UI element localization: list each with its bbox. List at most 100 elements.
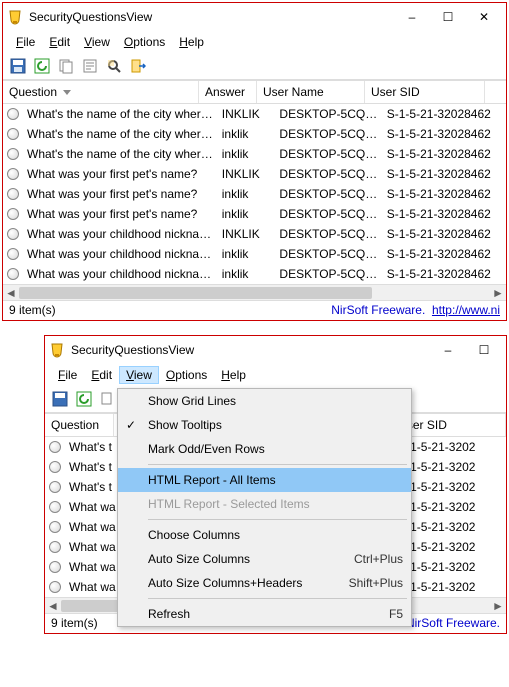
properties-icon[interactable] bbox=[81, 57, 99, 75]
app-window-menu-open: SecurityQuestionsView – ☐ File Edit View… bbox=[44, 335, 507, 634]
row-icon bbox=[49, 501, 61, 513]
refresh-icon[interactable] bbox=[33, 57, 51, 75]
cell-usersid: S-1-5-21-32028462 bbox=[383, 146, 502, 162]
cell-question: What was your childhood nickna… bbox=[23, 226, 218, 242]
minimize-button[interactable]: – bbox=[394, 4, 430, 30]
titlebar[interactable]: SecurityQuestionsView – ☐ bbox=[45, 336, 506, 364]
menu-options[interactable]: Options bbox=[159, 366, 214, 384]
menu-edit[interactable]: Edit bbox=[42, 33, 77, 51]
table-row[interactable]: What's the name of the city wher…inklikD… bbox=[3, 144, 506, 164]
table-row[interactable]: What was your first pet's name?inklikDES… bbox=[3, 184, 506, 204]
scroll-track[interactable] bbox=[19, 285, 490, 301]
menu-refresh[interactable]: RefreshF5 bbox=[118, 602, 411, 626]
menu-file[interactable]: File bbox=[51, 366, 84, 384]
status-brand: NirSoft Freeware. bbox=[406, 616, 500, 630]
titlebar[interactable]: SecurityQuestionsView – ☐ ✕ bbox=[3, 3, 506, 31]
row-icon bbox=[7, 108, 19, 120]
cell-answer: INKLIK bbox=[218, 106, 276, 122]
table-row[interactable]: What was your first pet's name?INKLIKDES… bbox=[3, 164, 506, 184]
menu-edit[interactable]: Edit bbox=[84, 366, 119, 384]
window-buttons: – ☐ bbox=[430, 337, 502, 363]
col-question[interactable]: Question bbox=[3, 81, 199, 103]
maximize-button[interactable]: ☐ bbox=[430, 4, 466, 30]
menu-separator bbox=[148, 464, 407, 465]
table-row[interactable]: What's the name of the city wher…INKLIKD… bbox=[3, 104, 506, 124]
save-icon[interactable] bbox=[9, 57, 27, 75]
cell-usersid: S-1-5-21-32028462 bbox=[383, 206, 502, 222]
menu-html-all[interactable]: HTML Report - All Items bbox=[118, 468, 411, 492]
row-icon bbox=[7, 228, 19, 240]
scroll-right-icon[interactable]: ► bbox=[490, 598, 506, 614]
grid: Question Answer User Name User SID What'… bbox=[3, 80, 506, 284]
scroll-right-icon[interactable]: ► bbox=[490, 285, 506, 301]
cell-username: DESKTOP-5CQV2… bbox=[275, 126, 382, 142]
row-icon bbox=[7, 248, 19, 260]
row-icon bbox=[49, 561, 61, 573]
toolbar bbox=[3, 55, 506, 80]
row-icon bbox=[49, 581, 61, 593]
table-row[interactable]: What was your first pet's name?inklikDES… bbox=[3, 204, 506, 224]
status-brand: NirSoft Freeware. http://www.ni bbox=[331, 303, 500, 317]
window-buttons: – ☐ ✕ bbox=[394, 4, 502, 30]
h-scrollbar[interactable]: ◄ ► bbox=[3, 284, 506, 300]
cell-usersid: S-1-5-21-32028462 bbox=[383, 166, 502, 182]
table-row[interactable]: What was your childhood nickna…inklikDES… bbox=[3, 264, 506, 284]
menu-help[interactable]: Help bbox=[172, 33, 211, 51]
menu-separator bbox=[148, 598, 407, 599]
table-row[interactable]: What's the name of the city wher…inklikD… bbox=[3, 124, 506, 144]
brand-link[interactable]: http://www.ni bbox=[432, 303, 500, 317]
scroll-thumb[interactable] bbox=[19, 287, 372, 299]
menu-view[interactable]: View bbox=[77, 33, 117, 51]
menu-mark-rows[interactable]: Mark Odd/Even Rows bbox=[118, 437, 411, 461]
scroll-left-icon[interactable]: ◄ bbox=[45, 598, 61, 614]
table-row[interactable]: What was your childhood nickna…inklikDES… bbox=[3, 244, 506, 264]
minimize-button[interactable]: – bbox=[430, 337, 466, 363]
row-icon bbox=[7, 188, 19, 200]
menu-show-gridlines[interactable]: Show Grid Lines bbox=[118, 389, 411, 413]
maximize-button[interactable]: ☐ bbox=[466, 337, 502, 363]
menu-options[interactable]: Options bbox=[117, 33, 172, 51]
refresh-icon[interactable] bbox=[75, 390, 93, 408]
cell-usersid: S-1-5-21-32028462 bbox=[383, 126, 502, 142]
cell-answer: INKLIK bbox=[218, 226, 276, 242]
find-icon[interactable] bbox=[105, 57, 123, 75]
copy-icon[interactable] bbox=[99, 390, 117, 408]
row-icon bbox=[7, 148, 19, 160]
copy-icon[interactable] bbox=[57, 57, 75, 75]
status-count: 9 item(s) bbox=[51, 616, 98, 630]
table-row[interactable]: What was your childhood nickna…INKLIKDES… bbox=[3, 224, 506, 244]
cell-username: DESKTOP-5CQV2… bbox=[275, 146, 382, 162]
menu-autosize-cols[interactable]: Auto Size ColumnsCtrl+Plus bbox=[118, 547, 411, 571]
cell-answer: inklik bbox=[218, 206, 276, 222]
col-question[interactable]: Question bbox=[45, 414, 114, 436]
scroll-left-icon[interactable]: ◄ bbox=[3, 285, 19, 301]
grid-body: What's the name of the city wher…INKLIKD… bbox=[3, 104, 506, 284]
cell-answer: inklik bbox=[218, 126, 276, 142]
col-username[interactable]: User Name bbox=[257, 81, 365, 103]
menu-show-tooltips[interactable]: ✓Show Tooltips bbox=[118, 413, 411, 437]
app-icon bbox=[49, 342, 65, 358]
save-icon[interactable] bbox=[51, 390, 69, 408]
col-answer[interactable]: Answer bbox=[199, 81, 257, 103]
app-window: SecurityQuestionsView – ☐ ✕ File Edit Vi… bbox=[2, 2, 507, 321]
menu-help[interactable]: Help bbox=[214, 366, 253, 384]
menu-autosize-headers[interactable]: Auto Size Columns+HeadersShift+Plus bbox=[118, 571, 411, 595]
menu-html-selected: HTML Report - Selected Items bbox=[118, 492, 411, 516]
cell-answer: inklik bbox=[218, 246, 276, 262]
row-icon bbox=[7, 268, 19, 280]
close-button[interactable]: ✕ bbox=[466, 4, 502, 30]
cell-question: What was your first pet's name? bbox=[23, 166, 218, 182]
cell-username: DESKTOP-5CQV2… bbox=[275, 266, 382, 282]
menu-view-open[interactable]: View bbox=[119, 366, 159, 384]
menubar: File Edit View Options Help bbox=[45, 364, 506, 388]
cell-question: What was your childhood nickna… bbox=[23, 246, 218, 262]
row-icon bbox=[49, 481, 61, 493]
cell-usersid: S-1-5-21-32028462 bbox=[383, 106, 502, 122]
cell-question: What's the name of the city wher… bbox=[23, 126, 218, 142]
menu-choose-columns[interactable]: Choose Columns bbox=[118, 523, 411, 547]
cell-username: DESKTOP-5CQV2… bbox=[275, 246, 382, 262]
exit-icon[interactable] bbox=[129, 57, 147, 75]
menu-file[interactable]: File bbox=[9, 33, 42, 51]
col-usersid[interactable]: User SID bbox=[365, 81, 485, 103]
check-icon: ✓ bbox=[126, 418, 136, 432]
